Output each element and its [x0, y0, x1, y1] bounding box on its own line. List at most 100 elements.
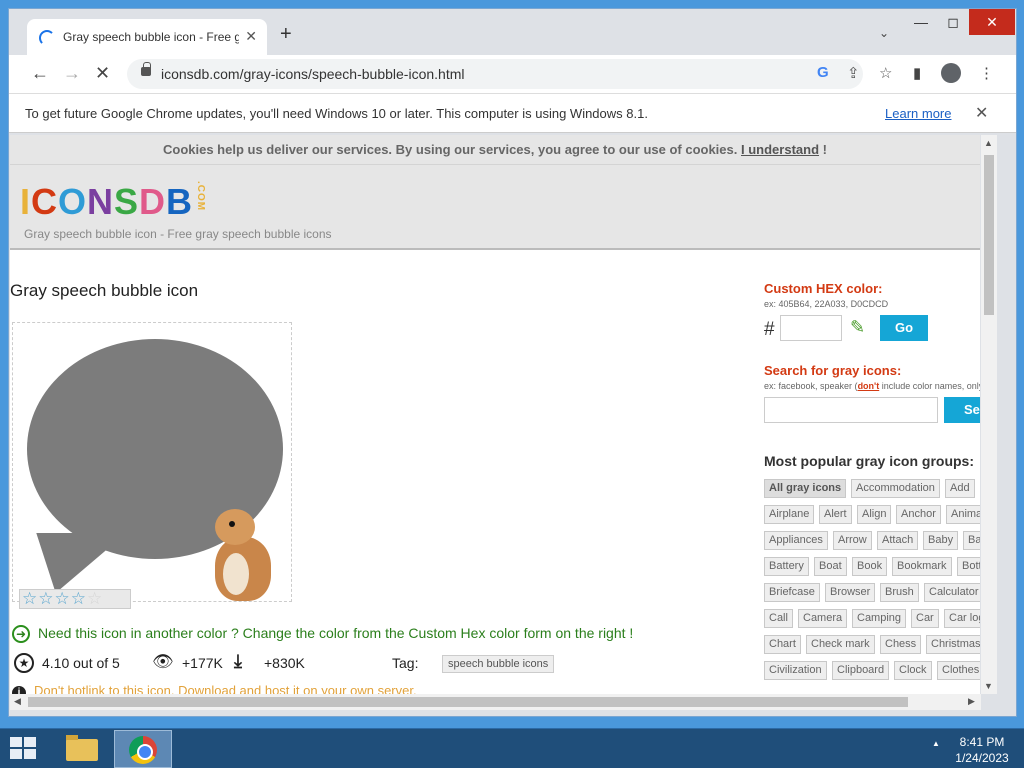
logo-letter: B: [166, 181, 194, 222]
logo-letter: S: [114, 181, 140, 222]
menu-kebab-icon[interactable]: ⋮: [979, 64, 994, 82]
icon-group-chip[interactable]: Calculator: [924, 583, 980, 602]
icon-group-chip[interactable]: Airplane: [764, 505, 815, 524]
side-panel-icon[interactable]: ▮: [913, 64, 921, 82]
icon-group-chip[interactable]: Chart: [764, 635, 801, 654]
chrome-window: Gray speech bubble icon - Free g ✕ + ⌄ —…: [8, 8, 1017, 717]
go-button[interactable]: Go: [880, 315, 928, 341]
icon-group-chip[interactable]: Battery: [764, 557, 809, 576]
hex-form: # ✎ Go: [764, 315, 980, 345]
iconsdb-logo[interactable]: ICONSDB .COM: [20, 181, 206, 223]
icon-group-chip[interactable]: Car logo: [944, 609, 980, 628]
horizontal-scroll-thumb[interactable]: [28, 697, 908, 707]
profile-avatar-icon[interactable]: [941, 63, 961, 83]
color-change-notice: ➜ Need this icon in another color ? Chang…: [12, 625, 633, 644]
folder-icon: [66, 735, 98, 761]
minimize-icon[interactable]: —: [905, 9, 937, 35]
icon-group-chip[interactable]: Check mark: [806, 635, 875, 654]
horizontal-scrollbar[interactable]: ◀ ▶: [10, 694, 981, 710]
search-hint-dont[interactable]: don't: [858, 381, 880, 391]
clock-time: 8:41 PM: [959, 735, 1005, 749]
vertical-scrollbar[interactable]: ▲ ▼: [981, 135, 997, 694]
icon-group-chip[interactable]: Animal: [946, 505, 980, 524]
icon-group-chip[interactable]: Badg: [963, 531, 980, 550]
maximize-icon[interactable]: ◻: [937, 9, 969, 35]
icon-group-chip[interactable]: Clothes: [937, 661, 980, 680]
icon-group-chip[interactable]: Chess: [880, 635, 922, 654]
icon-group-chip[interactable]: Call: [764, 609, 793, 628]
scroll-up-icon[interactable]: ▲: [984, 138, 993, 148]
icon-group-chip[interactable]: Align: [857, 505, 892, 524]
icon-group-chip[interactable]: Boat: [814, 557, 847, 576]
icon-group-chip[interactable]: Car: [911, 609, 939, 628]
logo-dotcom: .COM: [195, 181, 207, 212]
icon-group-chip[interactable]: Anchor: [896, 505, 941, 524]
file-explorer-taskbar-button[interactable]: [52, 730, 110, 768]
new-tab-icon[interactable]: +: [280, 23, 292, 46]
site-subtitle: Gray speech bubble icon - Free gray spee…: [24, 227, 332, 241]
search-button[interactable]: Se: [944, 397, 980, 423]
icon-group-chip[interactable]: Appliances: [764, 531, 828, 550]
lock-icon[interactable]: [141, 62, 151, 76]
icon-group-chip[interactable]: Bookmark: [892, 557, 952, 576]
scroll-right-icon[interactable]: ▶: [968, 696, 975, 707]
rating-stars[interactable]: ☆☆☆☆☆: [19, 589, 131, 609]
icon-group-chip[interactable]: Arrow: [833, 531, 872, 550]
stop-loading-icon[interactable]: ✕: [95, 63, 110, 84]
infobar-close-icon[interactable]: ✕: [975, 103, 988, 123]
icon-group-chip[interactable]: All gray icons: [764, 479, 847, 498]
icon-group-chip[interactable]: Baby: [923, 531, 959, 550]
scroll-left-icon[interactable]: ◀: [14, 696, 21, 707]
hash-symbol: #: [764, 319, 775, 340]
icon-group-chip[interactable]: Briefcase: [764, 583, 820, 602]
icon-group-chip[interactable]: Clock: [894, 661, 932, 680]
star-circle-icon: ★: [14, 653, 34, 673]
bookmark-star-icon[interactable]: ☆: [879, 64, 892, 82]
icon-group-chip[interactable]: Add: [945, 479, 975, 498]
update-infobar: To get future Google Chrome updates, you…: [9, 93, 1016, 133]
icon-group-chip[interactable]: Browser: [825, 583, 876, 602]
search-input[interactable]: [764, 397, 938, 423]
color-picker-pen-icon[interactable]: ✎: [850, 317, 870, 339]
vertical-scroll-thumb[interactable]: [984, 155, 994, 315]
icon-group-chip[interactable]: Clipboard: [832, 661, 890, 680]
icon-group-chip[interactable]: Brush: [880, 583, 919, 602]
icon-group-chip[interactable]: Attach: [877, 531, 919, 550]
view-count: +177K: [182, 655, 223, 671]
windows-start-icon[interactable]: [10, 737, 38, 761]
share-icon[interactable]: ⇪: [847, 64, 860, 82]
search-hint: ex: facebook, speaker (don't include col…: [764, 381, 980, 391]
url-text[interactable]: iconsdb.com/gray-icons/speech-bubble-ico…: [161, 66, 464, 82]
google-lens-icon[interactable]: G: [817, 64, 829, 81]
tray-chevron-icon[interactable]: ▲: [932, 739, 940, 748]
active-tab[interactable]: Gray speech bubble icon - Free g ✕: [27, 19, 267, 57]
logo-text: ICONSDB: [20, 181, 193, 222]
chrome-icon: [129, 736, 157, 764]
icon-group-chip[interactable]: Book: [852, 557, 888, 576]
window-close-icon[interactable]: ✕: [969, 9, 1015, 35]
eye-icon: 👁: [152, 652, 174, 671]
icon-group-chip[interactable]: Christmas: [926, 635, 980, 654]
icon-group-chip[interactable]: Bottle: [957, 557, 980, 576]
tab-search-chevron-icon[interactable]: ⌄: [879, 26, 889, 40]
back-icon[interactable]: ←: [31, 63, 49, 84]
forward-icon[interactable]: →: [63, 63, 81, 84]
download-count: +830K: [264, 655, 305, 671]
hotlink-warning: i Don't hotlink to this icon. Download an…: [12, 683, 417, 694]
logo-letter: I: [20, 181, 32, 222]
learn-more-link[interactable]: Learn more: [885, 106, 951, 121]
chrome-taskbar-button[interactable]: [114, 730, 172, 768]
icon-group-chip[interactable]: Camping: [852, 609, 907, 628]
address-bar[interactable]: iconsdb.com/gray-icons/speech-bubble-ico…: [127, 59, 892, 89]
icon-group-chip[interactable]: Alert: [819, 505, 852, 524]
cookie-accept-link[interactable]: I understand: [741, 142, 819, 157]
hex-input[interactable]: [780, 315, 842, 341]
icon-group-chip[interactable]: Camera: [798, 609, 848, 628]
icon-group-chip[interactable]: Civilization: [764, 661, 827, 680]
tab-close-icon[interactable]: ✕: [245, 28, 257, 45]
taskbar-clock[interactable]: 8:41 PM 1/24/2023: [952, 734, 1012, 766]
icon-group-chip[interactable]: Accommodation: [851, 479, 940, 498]
scroll-down-icon[interactable]: ▼: [984, 681, 993, 691]
tag-chip[interactable]: speech bubble icons: [442, 655, 555, 673]
search-label: Search for gray icons:: [764, 363, 902, 378]
